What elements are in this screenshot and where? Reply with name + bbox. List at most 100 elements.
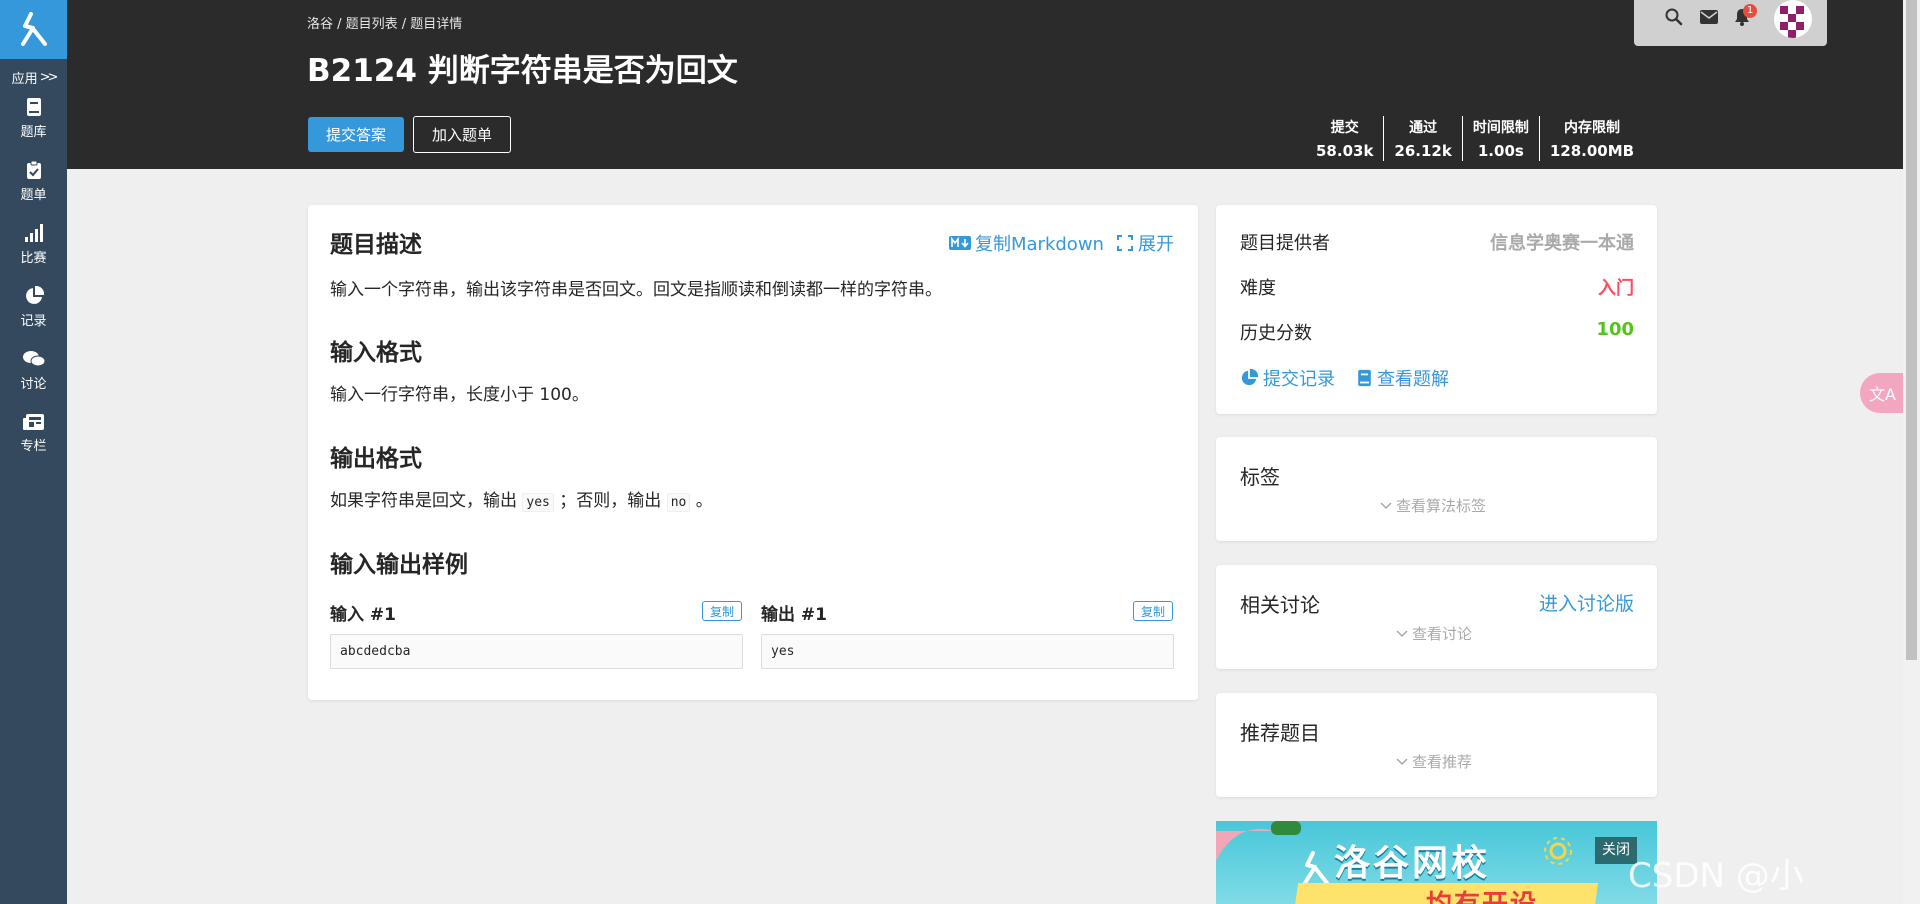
book-icon <box>1358 369 1371 387</box>
problem-info-card: 题目提供者 信息学奥赛一本通 难度 入门 历史分数 100 提交记录 查看题解 <box>1216 205 1657 414</box>
output-format-heading: 输出格式 <box>330 446 422 472</box>
clipboard-icon <box>26 160 41 179</box>
sun-icon <box>1544 837 1572 865</box>
translate-icon: 文A <box>1869 385 1896 404</box>
sidebar-item-problems[interactable]: 题库 <box>0 87 67 150</box>
sidebar-item-label: 专栏 <box>20 439 47 454</box>
score-value: 100 <box>1596 319 1634 340</box>
stat-value: 1.00s <box>1477 142 1524 160</box>
tags-toggle[interactable]: 查看算法标签 <box>1380 495 1486 516</box>
stat-label: 通过 <box>1409 120 1438 136</box>
description-text: 输入一个字符串，输出该字符串是否回文。回文是指顺读和倒读都一样的字符串。 <box>330 280 942 300</box>
pie-chart-icon <box>25 286 44 304</box>
stat-value: 58.03k <box>1316 142 1374 160</box>
chat-icon <box>22 351 45 367</box>
submission-records-link[interactable]: 提交记录 <box>1240 365 1335 391</box>
code-yes: yes <box>522 493 554 512</box>
difficulty-value: 入门 <box>1598 278 1634 299</box>
output-text-mid: ；否则，输出 <box>559 491 662 511</box>
sidebar: 应用 >> 题库 题单 比赛 记录 讨论 专栏 <box>0 0 67 904</box>
sidebar-item-label: 比赛 <box>20 251 47 266</box>
score-row: 历史分数 100 <box>1240 319 1634 345</box>
breadcrumb[interactable]: 洛谷 / 题目列表 / 题目详情 <box>307 13 462 32</box>
sidebar-item-discuss[interactable]: 讨论 <box>0 339 67 402</box>
code-no: no <box>666 493 691 512</box>
copy-markdown-link[interactable]: 复制Markdown <box>949 230 1104 256</box>
watermark: CSDN @小 <box>1628 856 1804 896</box>
stat-value: 26.12k <box>1394 142 1452 160</box>
stat-label: 内存限制 <box>1563 120 1620 136</box>
promo-banner[interactable]: 洛谷网校 均有开设 关闭 <box>1216 821 1657 904</box>
provider-value[interactable]: 信息学奥赛一本通 <box>1490 229 1634 255</box>
beach-umbrella-decoration <box>1216 829 1276 861</box>
copy-input-button[interactable]: 复制 <box>702 601 742 621</box>
promo-title: 洛谷网校 <box>1334 843 1491 884</box>
sidebar-item-columns[interactable]: 专栏 <box>0 402 67 465</box>
pie-chart-icon <box>1241 369 1258 386</box>
notification-badge: 1 <box>1743 4 1757 18</box>
difficulty-label: 难度 <box>1240 278 1276 299</box>
bar-chart-icon <box>24 224 43 242</box>
submit-answer-button[interactable]: 提交答案 <box>308 117 404 152</box>
discussion-toggle[interactable]: 查看讨论 <box>1396 623 1472 644</box>
tags-title: 标签 <box>1240 465 1280 489</box>
apps-label: 应用 <box>11 71 38 87</box>
expand-link[interactable]: 展开 <box>1116 230 1174 256</box>
stat-time-limit: 时间限制 1.00s <box>1461 116 1539 161</box>
luogu-logo[interactable] <box>0 0 67 59</box>
submission-records-label: 提交记录 <box>1263 369 1335 390</box>
provider-label: 题目提供者 <box>1240 233 1330 254</box>
sidebar-item-problem-lists[interactable]: 题单 <box>0 150 67 213</box>
mail-icon[interactable] <box>1700 10 1718 24</box>
description-heading: 题目描述 <box>330 232 422 258</box>
sidebar-item-records[interactable]: 记录 <box>0 276 67 339</box>
sample-output-box[interactable]: yes <box>761 634 1174 669</box>
discussion-card: 相关讨论 进入讨论版 查看讨论 <box>1216 565 1657 669</box>
add-to-list-button[interactable]: 加入题单 <box>413 116 511 153</box>
recommend-toggle-label: 查看推荐 <box>1412 753 1473 771</box>
expand-icon <box>1117 235 1133 251</box>
avatar-image <box>1780 6 1804 38</box>
info-links: 提交记录 查看题解 <box>1240 365 1449 391</box>
sidebar-item-label: 讨论 <box>20 377 47 392</box>
chevron-down-icon <box>1396 629 1408 637</box>
stat-accepted: 通过 26.12k <box>1383 116 1461 161</box>
page-title: B2124 判断字符串是否为回文 <box>307 53 738 89</box>
avatar[interactable] <box>1774 0 1812 38</box>
stat-value: 128.00MB <box>1549 142 1635 160</box>
double-chevron-right-icon: >> <box>39 69 59 85</box>
book-icon <box>26 98 41 116</box>
chevron-down-icon <box>1396 757 1408 765</box>
promo-subtitle: 均有开设 <box>1426 884 1538 904</box>
sample-output-label: 输出 #1 <box>761 605 827 625</box>
page-scrollbar[interactable] <box>1903 0 1920 904</box>
markdown-icon <box>949 236 971 250</box>
translate-button[interactable]: 文A <box>1860 373 1905 413</box>
stat-submissions: 提交 58.03k <box>1306 116 1383 161</box>
sidebar-item-label: 题库 <box>20 125 47 140</box>
recommend-toggle[interactable]: 查看推荐 <box>1396 751 1472 772</box>
recommend-title: 推荐题目 <box>1240 721 1320 745</box>
luogu-logo-icon <box>20 11 47 46</box>
apps-toggle[interactable]: 应用 >> <box>0 67 67 87</box>
newspaper-icon <box>22 414 44 430</box>
leaf-decoration <box>1271 821 1301 835</box>
sidebar-item-contests[interactable]: 比赛 <box>0 213 67 276</box>
input-format-text: 输入一行字符串，长度小于 100。 <box>330 385 589 405</box>
expand-label: 展开 <box>1138 234 1174 255</box>
search-icon[interactable] <box>1665 8 1683 26</box>
luogu-logo-icon <box>1303 851 1329 885</box>
recommend-card: 推荐题目 查看推荐 <box>1216 693 1657 797</box>
sidebar-item-label: 题单 <box>20 188 47 203</box>
copy-output-button[interactable]: 复制 <box>1133 601 1173 621</box>
enter-discussion-link[interactable]: 进入讨论版 <box>1539 589 1634 616</box>
stat-label: 提交 <box>1330 120 1359 136</box>
sample-input-box[interactable]: abcdedcba <box>330 634 743 669</box>
view-solutions-link[interactable]: 查看题解 <box>1357 365 1449 391</box>
scrollbar-thumb[interactable] <box>1906 0 1917 660</box>
stat-memory-limit: 内存限制 128.00MB <box>1538 116 1644 161</box>
output-text-prefix: 如果字符串是回文，输出 <box>330 491 517 511</box>
discussion-toggle-label: 查看讨论 <box>1412 625 1473 643</box>
difficulty-row: 难度 入门 <box>1240 274 1634 300</box>
samples-heading: 输入输出样例 <box>330 552 468 578</box>
